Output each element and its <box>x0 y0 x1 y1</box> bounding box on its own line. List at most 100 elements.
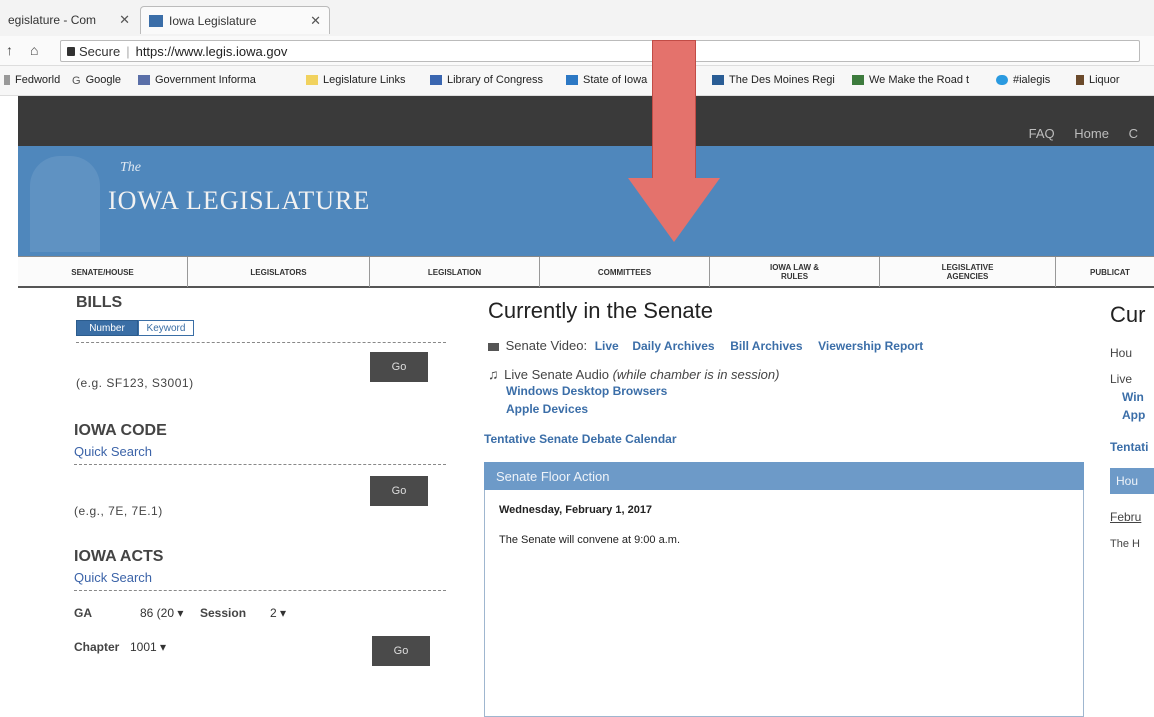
home-icon[interactable]: ⌂ <box>30 42 38 58</box>
twitter-icon <box>996 75 1008 85</box>
nav-legislative-agencies[interactable]: LEGISLATIVE AGENCIES <box>880 257 1056 287</box>
senate-audio-label: Live Senate Audio <box>504 367 609 382</box>
house-audio-apple-link[interactable]: App <box>1122 408 1145 422</box>
bookmark-icon <box>566 75 578 85</box>
bookmark-icon <box>4 75 10 85</box>
audio-apple-link[interactable]: Apple Devices <box>506 402 588 416</box>
video-icon <box>488 342 499 351</box>
nav-legislation[interactable]: LEGISLATION <box>370 257 540 287</box>
iowa-acts-title: IOWA ACTS <box>74 548 164 565</box>
house-floor-text: The H <box>1110 538 1140 550</box>
url-text: https://www.legis.iowa.gov <box>135 43 288 59</box>
lock-icon <box>67 46 75 56</box>
house-panel: Cur Hou Live Win App Tentati Hou Febru T… <box>1108 288 1154 717</box>
bookmark-label: Fedworld <box>15 74 61 86</box>
bookmark-icon <box>430 75 442 85</box>
bookmark-label: Library of Congress <box>447 74 543 86</box>
main-nav: SENATE/HOUSE LEGISLATORS LEGISLATION COM… <box>18 256 1154 288</box>
close-icon[interactable]: ✕ <box>119 12 130 28</box>
senate-panel: Currently in the Senate Senate Video: Li… <box>484 288 1094 717</box>
senate-video-label: Senate Video: <box>505 338 588 353</box>
senate-audio-note: (while chamber is in session) <box>612 367 780 382</box>
ga-label: GA <box>74 606 92 620</box>
bookmark-label: Government Informa <box>155 74 256 86</box>
search-panel: BILLS Number Keyword Go (e.g. SF123, S30… <box>18 288 458 717</box>
url-input[interactable]: Secure | https://www.legis.iowa.gov <box>60 40 1140 62</box>
house-floor-date: Febru <box>1110 510 1142 524</box>
house-audio-windows-link[interactable]: Win <box>1122 390 1144 404</box>
senate-video-row: Senate Video: Live Daily Archives Bill A… <box>488 338 923 353</box>
iowa-acts-go-button[interactable]: Go <box>372 636 430 666</box>
top-link-cut[interactable]: C <box>1129 126 1138 141</box>
bookmark-item[interactable]: State of Iowa <box>566 74 647 86</box>
iowa-acts-subtitle: Quick Search <box>74 570 153 585</box>
nav-iowa-law-rules[interactable]: IOWA LAW & RULES <box>710 257 880 287</box>
floor-text: The Senate will convene at 9:00 a.m. <box>499 534 680 546</box>
secure-label: Secure <box>79 43 121 59</box>
iowa-code-hint: (e.g., 7E, 7E.1) <box>74 504 163 518</box>
video-viewership-report-link[interactable]: Viewership Report <box>818 339 923 353</box>
audio-windows-link[interactable]: Windows Desktop Browsers <box>506 384 667 398</box>
nav-committees[interactable]: COMMITTEES <box>540 257 710 287</box>
nav-legislators[interactable]: LEGISLATORS <box>188 257 370 287</box>
site-topbar: FAQ Home C <box>18 96 1154 146</box>
bookmark-icon <box>712 75 724 85</box>
bills-input[interactable] <box>76 342 446 343</box>
bookmark-item[interactable]: The Des Moines Regi <box>712 74 835 86</box>
bookmark-item[interactable]: Liquor <box>1076 74 1120 86</box>
bookmark-item[interactable]: Fedworld <box>4 74 60 86</box>
senate-floor-box: Wednesday, February 1, 2017 The Senate w… <box>484 490 1084 717</box>
iowa-code-title: IOWA CODE <box>74 422 167 439</box>
browser-tab-active[interactable]: Iowa Legislature ✕ <box>140 6 330 34</box>
bookmark-label: Legislature Links <box>323 74 406 86</box>
browser-tab[interactable]: egislature - Com ✕ <box>0 6 138 34</box>
house-title: Cur <box>1110 302 1146 327</box>
bookmark-icon <box>138 75 150 85</box>
nav-publications[interactable]: PUBLICAT <box>1056 257 1154 287</box>
floor-date: Wednesday, February 1, 2017 <box>499 504 653 516</box>
iowa-code-go-button[interactable]: Go <box>370 476 428 506</box>
iowa-code-input[interactable] <box>74 464 446 465</box>
chapter-select[interactable]: 1001 ▾ <box>130 640 166 654</box>
bills-hint: (e.g. SF123, S3001) <box>76 376 194 390</box>
close-icon[interactable]: ✕ <box>310 13 321 29</box>
url-separator: | <box>126 43 130 59</box>
house-audio-label: Live <box>1110 372 1133 386</box>
home-link[interactable]: Home <box>1074 126 1109 141</box>
bookmark-item[interactable]: Government Informa <box>138 74 256 86</box>
bookmark-item[interactable]: G Google <box>72 74 121 87</box>
session-select[interactable]: 2 ▾ <box>270 606 286 620</box>
session-label: Session <box>200 606 247 620</box>
bills-number-tab[interactable]: Number <box>76 320 138 336</box>
site-banner: The IOWA LEGISLATURE <box>18 146 1154 256</box>
video-bill-archives-link[interactable]: Bill Archives <box>730 339 802 353</box>
senate-audio-row: ♫ Live Senate Audio (while chamber is in… <box>488 366 779 382</box>
faq-link[interactable]: FAQ <box>1029 126 1055 141</box>
tab-label: Iowa Legislature <box>169 13 257 28</box>
arrow-annotation-icon <box>652 40 696 180</box>
ga-select[interactable]: 86 (20 ▾ <box>140 606 183 620</box>
house-floor-header: Hou <box>1110 468 1154 494</box>
bookmark-label: State of Iowa <box>583 74 648 86</box>
senate-calendar-link[interactable]: Tentative Senate Debate Calendar <box>484 432 677 446</box>
senate-floor-header: Senate Floor Action <box>484 462 1084 490</box>
tab-label: egislature - Com <box>8 13 97 27</box>
browser-tabstrip: egislature - Com ✕ Iowa Legislature ✕ <box>0 0 1154 36</box>
site-logo[interactable]: IOWA LEGISLATURE <box>108 186 370 216</box>
bookmark-label: Liquor <box>1089 74 1120 86</box>
house-calendar-link[interactable]: Tentati <box>1110 440 1148 454</box>
video-daily-archives-link[interactable]: Daily Archives <box>632 339 714 353</box>
bills-go-button[interactable]: Go <box>370 352 428 382</box>
video-live-link[interactable]: Live <box>595 339 619 353</box>
bookmark-label: #ialegis <box>1013 74 1051 86</box>
bookmark-icon <box>1076 75 1084 85</box>
back-icon[interactable]: ↑ <box>6 42 13 58</box>
logo-prefix: The <box>120 160 141 175</box>
address-bar: ↑ ⌂ Secure | https://www.legis.iowa.gov <box>0 36 1154 66</box>
bills-keyword-tab[interactable]: Keyword <box>138 320 194 336</box>
bookmark-item[interactable]: We Make the Road t <box>852 74 969 86</box>
bookmark-item[interactable]: #ialegis <box>996 74 1050 86</box>
bookmark-item[interactable]: Legislature Links <box>306 74 406 86</box>
bookmark-item[interactable]: Library of Congress <box>430 74 543 86</box>
nav-senate-house[interactable]: SENATE/HOUSE <box>18 257 188 287</box>
